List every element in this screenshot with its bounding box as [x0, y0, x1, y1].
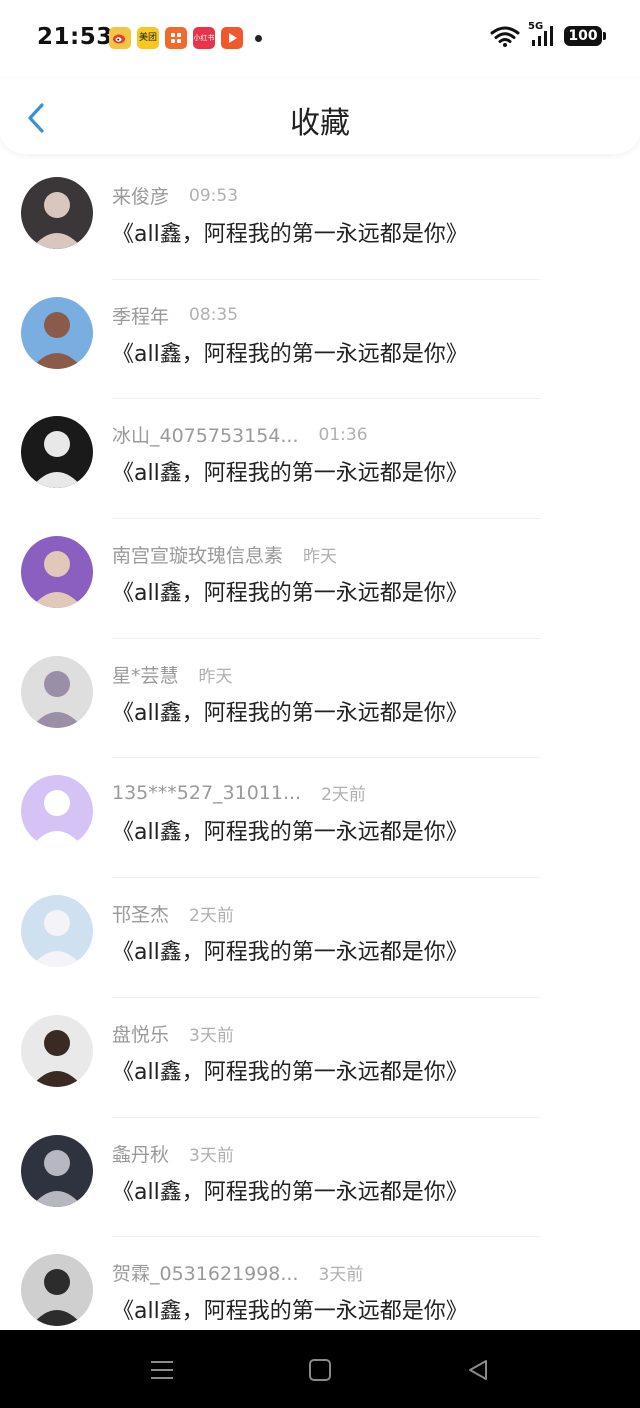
- meituan-icon: 美团: [137, 27, 159, 49]
- menu-icon: [151, 1361, 173, 1379]
- back-nav-button[interactable]: [458, 1350, 498, 1390]
- timestamp: 08:35: [189, 305, 239, 326]
- item-title[interactable]: 《all鑫，阿程我的第一永远都是你》: [112, 216, 468, 248]
- list-item[interactable]: 星*芸慧 昨天《all鑫，阿程我的第一永远都是你》: [0, 639, 640, 759]
- username[interactable]: 贺霖_0531621998...: [112, 1259, 299, 1286]
- avatar[interactable]: [21, 775, 93, 848]
- avatar[interactable]: [21, 296, 93, 369]
- name-row: 邗圣杰 2天前: [112, 900, 234, 927]
- timestamp: 3天前: [318, 1265, 364, 1286]
- username[interactable]: 季程年: [112, 302, 169, 329]
- username[interactable]: 邗圣杰: [112, 900, 169, 927]
- name-row: 贺霖_0531621998... 3天前: [112, 1259, 363, 1286]
- list-item[interactable]: 贺霖_0531621998... 3天前《all鑫，阿程我的第一永远都是你》: [0, 1237, 640, 1330]
- username[interactable]: 135***527_31011...: [112, 782, 301, 804]
- item-title[interactable]: 《all鑫，阿程我的第一永远都是你》: [112, 575, 468, 607]
- list-item[interactable]: 冰山_4075753154... 01:36 《all鑫，阿程我的第一永远都是你》: [0, 399, 640, 519]
- item-title[interactable]: 《all鑫，阿程我的第一永远都是你》: [112, 934, 468, 966]
- list-item[interactable]: 盘悦乐 3天前《all鑫，阿程我的第一永远都是你》: [0, 998, 640, 1118]
- avatar[interactable]: [21, 1134, 93, 1207]
- name-row: 螽丹秋 3天前: [112, 1140, 234, 1167]
- battery-level: 100: [568, 28, 598, 44]
- status-indicators: 5G 100: [490, 21, 606, 48]
- weibo-icon: [109, 27, 131, 49]
- wifi-icon: [490, 26, 520, 47]
- avatar[interactable]: [21, 1254, 93, 1327]
- list-item[interactable]: 来俊彦 09:53 《all鑫，阿程我的第一永远都是你》: [0, 160, 640, 280]
- home-button[interactable]: [300, 1350, 340, 1390]
- status-time: 21:53: [37, 24, 113, 50]
- page-title: 收藏: [290, 106, 350, 141]
- item-title[interactable]: 《all鑫，阿程我的第一永远都是你》: [112, 455, 468, 487]
- item-title[interactable]: 《all鑫，阿程我的第一永远都是你》: [112, 1293, 468, 1325]
- username[interactable]: 盘悦乐: [112, 1020, 169, 1047]
- back-triangle-icon: [469, 1360, 487, 1380]
- item-title[interactable]: 《all鑫，阿程我的第一永远都是你》: [112, 336, 468, 368]
- list-item[interactable]: 季程年 08:35 《all鑫，阿程我的第一永远都是你》: [0, 280, 640, 400]
- list-item[interactable]: 邗圣杰 2天前《all鑫，阿程我的第一永远都是你》: [0, 878, 640, 998]
- name-row: 冰山_4075753154... 01:36: [112, 421, 368, 448]
- avatar[interactable]: [21, 895, 93, 968]
- signal-icon: 5G: [528, 21, 556, 48]
- item-title[interactable]: 《all鑫，阿程我的第一永远都是你》: [112, 1174, 468, 1206]
- item-title[interactable]: 《all鑫，阿程我的第一永远都是你》: [112, 695, 468, 727]
- list-item[interactable]: 螽丹秋 3天前《all鑫，阿程我的第一永远都是你》: [0, 1118, 640, 1238]
- menu-button[interactable]: [142, 1350, 182, 1390]
- timestamp: 昨天: [198, 666, 233, 687]
- status-bar: 21:53 美团 小红书 5G 100: [0, 0, 640, 78]
- video-app-icon: [221, 27, 243, 49]
- home-square-icon: [309, 1359, 331, 1381]
- avatar[interactable]: [21, 416, 93, 489]
- avatar[interactable]: [21, 177, 93, 249]
- timestamp: 2天前: [321, 785, 366, 806]
- item-title[interactable]: 《all鑫，阿程我的第一永远都是你》: [112, 814, 468, 846]
- avatar[interactable]: [21, 655, 93, 728]
- name-row: 来俊彦 09:53: [112, 182, 238, 209]
- notification-app-icons: 美团 小红书: [109, 27, 262, 49]
- header: 收藏: [0, 78, 640, 154]
- timestamp: 09:53: [189, 185, 239, 206]
- username[interactable]: 冰山_4075753154...: [112, 421, 299, 448]
- username[interactable]: 南宫宣璇玫瑰信息素: [112, 541, 283, 568]
- xiaohongshu-icon: 小红书: [193, 27, 215, 49]
- timestamp: 3天前: [189, 1025, 234, 1046]
- timestamp: 2天前: [189, 906, 234, 927]
- battery-indicator: 100: [564, 26, 606, 46]
- name-row: 135***527_31011... 2天前: [112, 780, 366, 806]
- name-row: 季程年 08:35: [112, 302, 238, 329]
- avatar[interactable]: [21, 536, 93, 609]
- username[interactable]: 星*芸慧: [112, 661, 179, 688]
- timestamp: 昨天: [303, 547, 338, 568]
- name-row: 盘悦乐 3天前: [112, 1020, 234, 1047]
- system-nav-bar: [0, 1330, 640, 1408]
- name-row: 星*芸慧 昨天: [112, 661, 233, 688]
- app-icon-orange: [165, 27, 187, 49]
- username[interactable]: 来俊彦: [112, 182, 169, 209]
- name-row: 南宫宣璇玫瑰信息素 昨天: [112, 541, 337, 568]
- meituan-label: 美团: [138, 32, 157, 43]
- list-item[interactable]: 南宫宣璇玫瑰信息素 昨天《all鑫，阿程我的第一永远都是你》: [0, 519, 640, 639]
- timestamp: 01:36: [318, 424, 368, 445]
- timestamp: 3天前: [189, 1145, 234, 1166]
- avatar[interactable]: [21, 1014, 93, 1087]
- list-item[interactable]: 135***527_31011... 2天前《all鑫，阿程我的第一永远都是你》: [0, 758, 640, 878]
- xiaohongshu-label: 小红书: [193, 33, 215, 42]
- notification-dot: [255, 34, 262, 42]
- username[interactable]: 螽丹秋: [112, 1140, 169, 1167]
- favorites-list: 来俊彦 09:53 《all鑫，阿程我的第一永远都是你》 季程年 08:35 《all鑫，…: [0, 160, 640, 1330]
- item-title[interactable]: 《all鑫，阿程我的第一永远都是你》: [112, 1054, 468, 1086]
